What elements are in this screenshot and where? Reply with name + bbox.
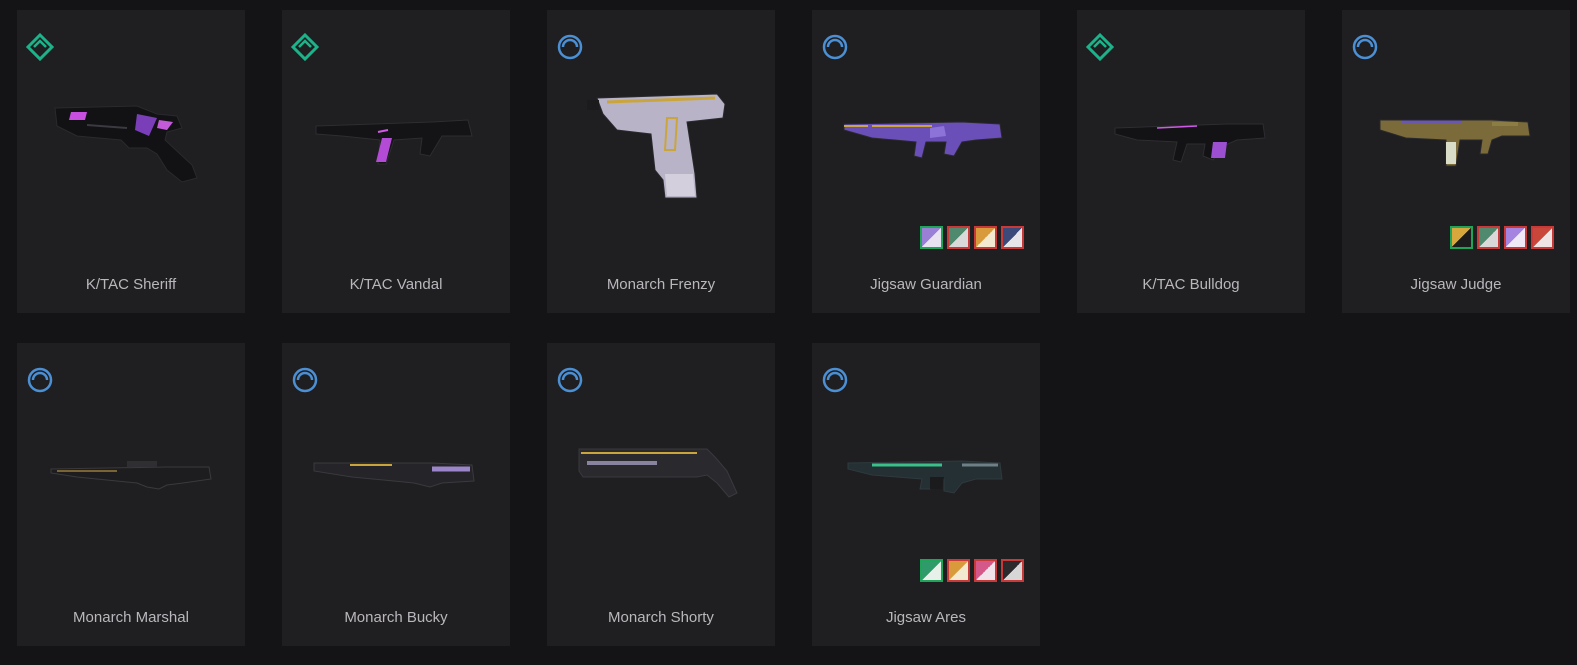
deluxe-edition-icon bbox=[292, 367, 318, 393]
skin-name: K/TAC Sheriff bbox=[85, 276, 177, 293]
chroma-swatch-3[interactable] bbox=[1504, 226, 1527, 249]
skin-name: K/TAC Bulldog bbox=[1142, 276, 1240, 293]
select-edition-icon bbox=[25, 32, 55, 62]
skin-card-monarch-frenzy[interactable]: Monarch Frenzy bbox=[547, 10, 775, 313]
marshal-sniper-icon bbox=[50, 461, 212, 490]
sheriff-pistol-icon bbox=[54, 105, 198, 183]
skin-card-ktac-bulldog[interactable]: K/TAC Bulldog bbox=[1077, 10, 1305, 313]
select-edition-icon bbox=[290, 32, 320, 62]
skin-card-jigsaw-judge[interactable]: Jigsaw Judge bbox=[1342, 10, 1570, 313]
bucky-shotgun-icon bbox=[313, 462, 475, 488]
skin-card-monarch-bucky[interactable]: Monarch Bucky bbox=[282, 343, 510, 646]
chroma-swatch-2[interactable] bbox=[947, 226, 970, 249]
skin-name: K/TAC Vandal bbox=[349, 276, 443, 293]
skin-name: Jigsaw Judge bbox=[1410, 276, 1502, 293]
select-edition-icon bbox=[1085, 32, 1115, 62]
skin-name: Monarch Frenzy bbox=[606, 276, 716, 293]
chroma-swatch-1[interactable] bbox=[920, 226, 943, 249]
chroma-swatch-4[interactable] bbox=[1531, 226, 1554, 249]
deluxe-edition-icon bbox=[822, 367, 848, 393]
skin-card-monarch-shorty[interactable]: Monarch Shorty bbox=[547, 343, 775, 646]
chroma-swatches bbox=[1450, 226, 1554, 249]
skin-card-ktac-sheriff[interactable]: K/TAC Sheriff bbox=[17, 10, 245, 313]
deluxe-edition-icon bbox=[557, 367, 583, 393]
chroma-swatches bbox=[920, 559, 1024, 582]
skin-card-monarch-marshal[interactable]: Monarch Marshal bbox=[17, 343, 245, 646]
skin-name: Monarch Marshal bbox=[73, 609, 189, 626]
chroma-swatch-1[interactable] bbox=[920, 559, 943, 582]
skin-name: Jigsaw Ares bbox=[885, 609, 967, 626]
frenzy-pistol-icon bbox=[587, 93, 726, 199]
bulldog-rifle-icon bbox=[1114, 123, 1266, 163]
skin-name: Monarch Bucky bbox=[344, 609, 448, 626]
skin-name: Jigsaw Guardian bbox=[870, 276, 982, 293]
deluxe-edition-icon bbox=[822, 34, 848, 60]
deluxe-edition-icon bbox=[1352, 34, 1378, 60]
chroma-swatch-3[interactable] bbox=[974, 559, 997, 582]
chroma-swatch-4[interactable] bbox=[1001, 226, 1024, 249]
guardian-rifle-icon bbox=[843, 121, 1003, 159]
chroma-swatch-1[interactable] bbox=[1450, 226, 1473, 249]
deluxe-edition-icon bbox=[27, 367, 53, 393]
skin-card-ktac-vandal[interactable]: K/TAC Vandal bbox=[282, 10, 510, 313]
skin-grid: K/TAC Sheriff K/TAC Vandal Monarch Frenz… bbox=[0, 0, 1577, 665]
deluxe-edition-icon bbox=[557, 34, 583, 60]
skin-card-jigsaw-guardian[interactable]: Jigsaw Guardian bbox=[812, 10, 1040, 313]
chroma-swatch-4[interactable] bbox=[1001, 559, 1024, 582]
chroma-swatch-2[interactable] bbox=[1477, 226, 1500, 249]
judge-shotgun-icon bbox=[1379, 119, 1531, 167]
vandal-rifle-icon bbox=[315, 119, 473, 165]
chroma-swatch-3[interactable] bbox=[974, 226, 997, 249]
ares-machinegun-icon bbox=[847, 460, 1003, 494]
chroma-swatches bbox=[920, 226, 1024, 249]
shorty-shotgun-icon bbox=[578, 448, 738, 498]
chroma-swatch-2[interactable] bbox=[947, 559, 970, 582]
skin-card-jigsaw-ares[interactable]: Jigsaw Ares bbox=[812, 343, 1040, 646]
skin-name: Monarch Shorty bbox=[608, 609, 714, 626]
